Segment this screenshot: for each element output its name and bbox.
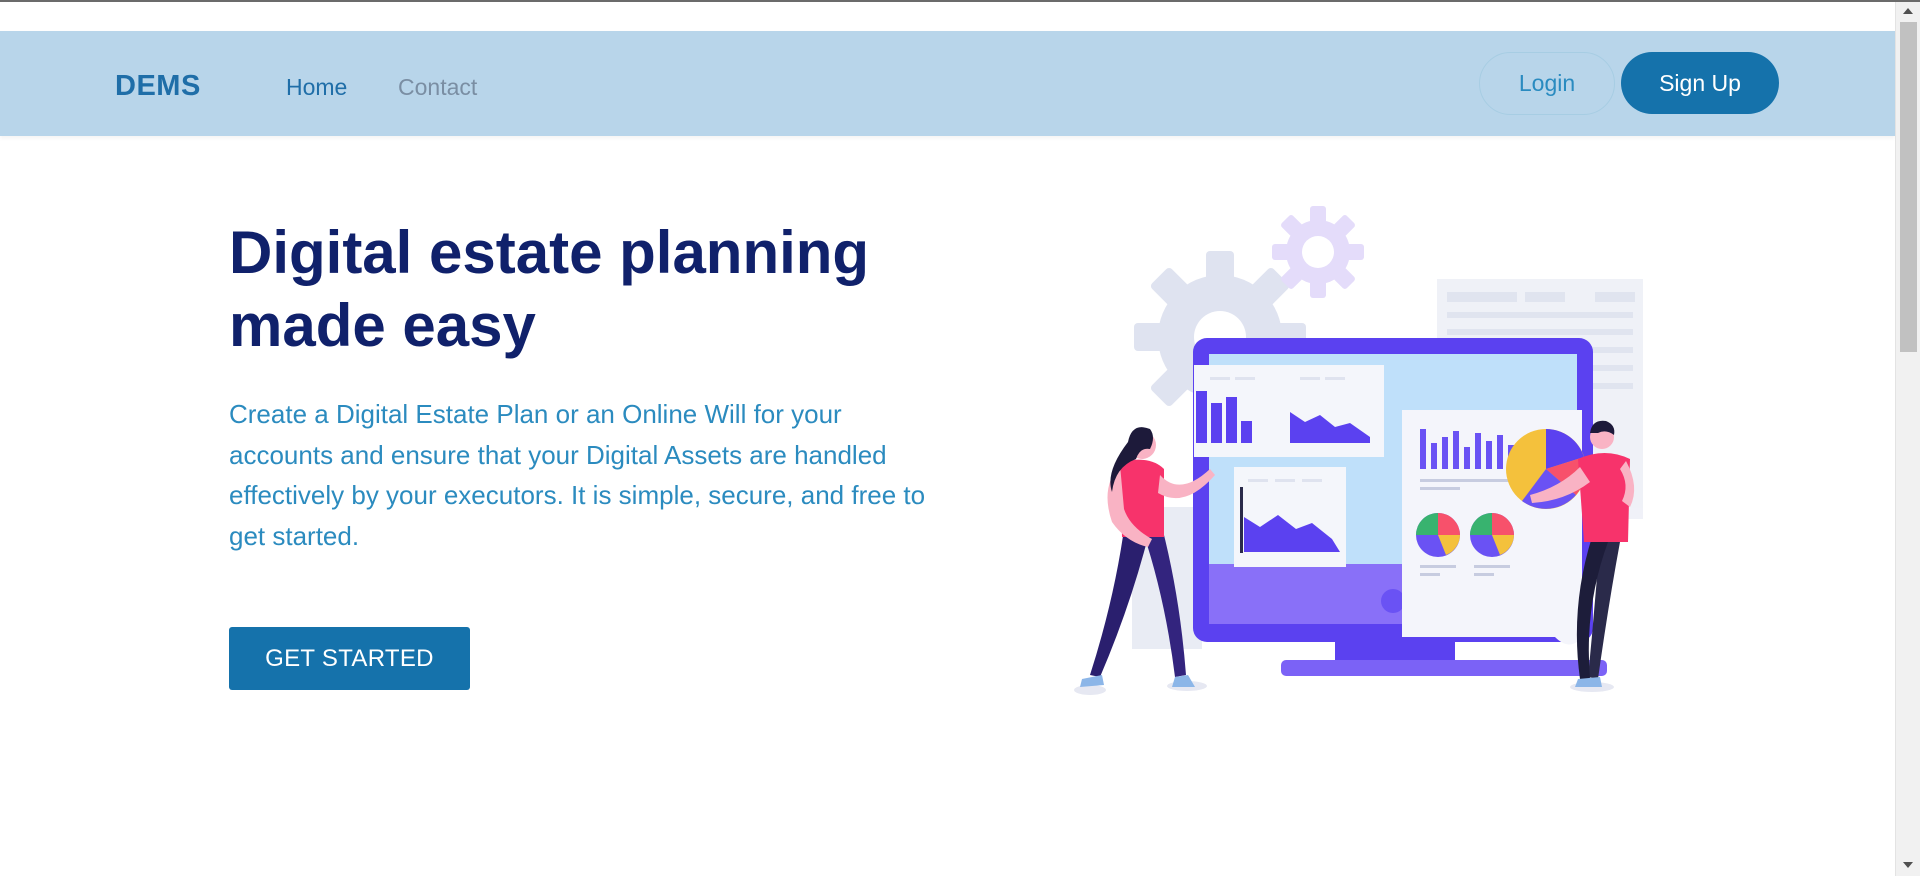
- signup-button[interactable]: Sign Up: [1621, 52, 1779, 114]
- nav-link-home[interactable]: Home: [286, 74, 347, 101]
- small-gear-icon: [1272, 206, 1364, 298]
- vertical-scrollbar[interactable]: [1895, 2, 1920, 876]
- data-analytics-illustration: [1074, 206, 1643, 695]
- brand-logo[interactable]: DEMS: [115, 70, 201, 103]
- nav-link-contact[interactable]: Contact: [398, 74, 477, 101]
- scroll-down-arrow-icon[interactable]: [1903, 862, 1913, 868]
- hero-description: Create a Digital Estate Plan or an Onlin…: [229, 399, 926, 551]
- navbar: DEMS Home Contact Login Sign Up: [0, 31, 1895, 136]
- pie-chart-icon: [1416, 513, 1460, 557]
- area-chart-card: [1234, 467, 1346, 567]
- page: DEMS Home Contact Login Sign Up Digital …: [0, 2, 1895, 876]
- pie-chart-icon: [1470, 513, 1514, 557]
- scroll-up-arrow-icon[interactable]: [1903, 8, 1913, 14]
- hero-title: Digital estate planning made easy: [229, 219, 870, 359]
- get-started-button[interactable]: GET STARTED: [229, 627, 470, 690]
- login-button[interactable]: Login: [1479, 52, 1615, 115]
- scrollbar-thumb[interactable]: [1900, 22, 1917, 352]
- bar-chart-card: [1194, 365, 1384, 457]
